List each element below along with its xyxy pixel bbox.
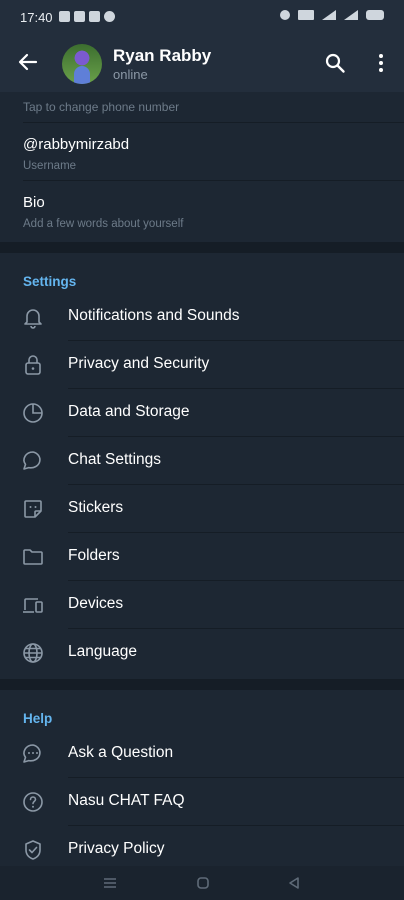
- menu-item-language[interactable]: Language: [0, 629, 404, 677]
- username-value: @rabbymirzabd: [23, 136, 130, 153]
- notification-icon: [74, 11, 85, 22]
- menu-item-label: Privacy Policy: [68, 840, 165, 857]
- notification-icon: [59, 11, 70, 22]
- menu-item-privacy-policy[interactable]: Privacy Policy: [0, 826, 404, 866]
- menu-item-label: Ask a Question: [68, 744, 174, 761]
- app-bar: Ryan Rabby online: [0, 34, 404, 92]
- menu-item-label: Folders: [68, 547, 120, 564]
- system-navigation-bar: [0, 866, 404, 900]
- shield-check-icon: [21, 838, 45, 862]
- chat-bubble-icon: [21, 449, 45, 473]
- network-icon: [298, 10, 314, 20]
- phone-hint: Tap to change phone number: [23, 100, 180, 114]
- menu-item-label: Data and Storage: [68, 403, 190, 420]
- recents-icon[interactable]: [101, 874, 119, 892]
- menu-item-chat-settings[interactable]: Chat Settings: [0, 437, 404, 485]
- alarm-icon: [280, 10, 290, 20]
- lock-icon: [21, 353, 45, 377]
- bio-row[interactable]: Bio Add a few words about yourself: [0, 180, 404, 240]
- menu-item-label: Language: [68, 643, 137, 660]
- status-time: 17:40: [20, 10, 53, 25]
- menu-item-label: Notifications and Sounds: [68, 307, 240, 324]
- signal-icon: [322, 10, 336, 20]
- question-icon: [21, 790, 45, 814]
- help-header: Help: [23, 711, 53, 726]
- menu-item-label: Chat Settings: [68, 451, 162, 468]
- menu-item-data-storage[interactable]: Data and Storage: [0, 389, 404, 437]
- menu-item-ask-question[interactable]: Ask a Question: [0, 730, 404, 778]
- notification-icons: [59, 11, 115, 22]
- menu-item-privacy[interactable]: Privacy and Security: [0, 341, 404, 389]
- profile-name: Ryan Rabby: [113, 46, 212, 65]
- more-vertical-icon[interactable]: [372, 52, 390, 74]
- bio-value: Bio: [23, 194, 45, 211]
- status-bar: 17:40: [0, 0, 404, 34]
- bio-hint: Add a few words about yourself: [23, 218, 184, 230]
- settings-content[interactable]: Tap to change phone number @rabbymirzabd…: [0, 92, 404, 866]
- avatar[interactable]: [62, 44, 102, 84]
- bell-icon: [21, 305, 45, 329]
- folder-icon: [21, 545, 45, 569]
- menu-item-faq[interactable]: Nasu CHAT FAQ: [0, 778, 404, 826]
- menu-item-label: Privacy and Security: [68, 355, 210, 372]
- signal-icon: [344, 10, 358, 20]
- notification-icon: [89, 11, 100, 22]
- search-icon[interactable]: [324, 52, 346, 74]
- menu-item-label: Stickers: [68, 499, 124, 516]
- back-triangle-icon[interactable]: [285, 874, 303, 892]
- home-icon[interactable]: [194, 874, 212, 892]
- username-label: Username: [23, 160, 77, 172]
- menu-item-folders[interactable]: Folders: [0, 533, 404, 581]
- battery-icon: [366, 10, 384, 20]
- section-separator: [0, 242, 404, 253]
- pie-chart-icon: [21, 401, 45, 425]
- username-row[interactable]: @rabbymirzabd Username: [0, 122, 404, 180]
- menu-item-devices[interactable]: Devices: [0, 581, 404, 629]
- notification-icon: [104, 11, 115, 22]
- menu-item-notifications[interactable]: Notifications and Sounds: [0, 293, 404, 341]
- globe-icon: [21, 641, 45, 665]
- system-icons: [280, 10, 384, 20]
- profile-status: online: [113, 67, 148, 82]
- devices-icon: [21, 593, 45, 617]
- menu-item-stickers[interactable]: Stickers: [0, 485, 404, 533]
- menu-item-label: Nasu CHAT FAQ: [68, 792, 185, 809]
- section-separator: [0, 679, 404, 690]
- back-arrow-icon[interactable]: [16, 50, 40, 74]
- menu-item-label: Devices: [68, 595, 124, 612]
- sticker-icon: [21, 497, 45, 521]
- settings-header: Settings: [23, 274, 77, 289]
- speech-bubble-icon: [21, 742, 45, 766]
